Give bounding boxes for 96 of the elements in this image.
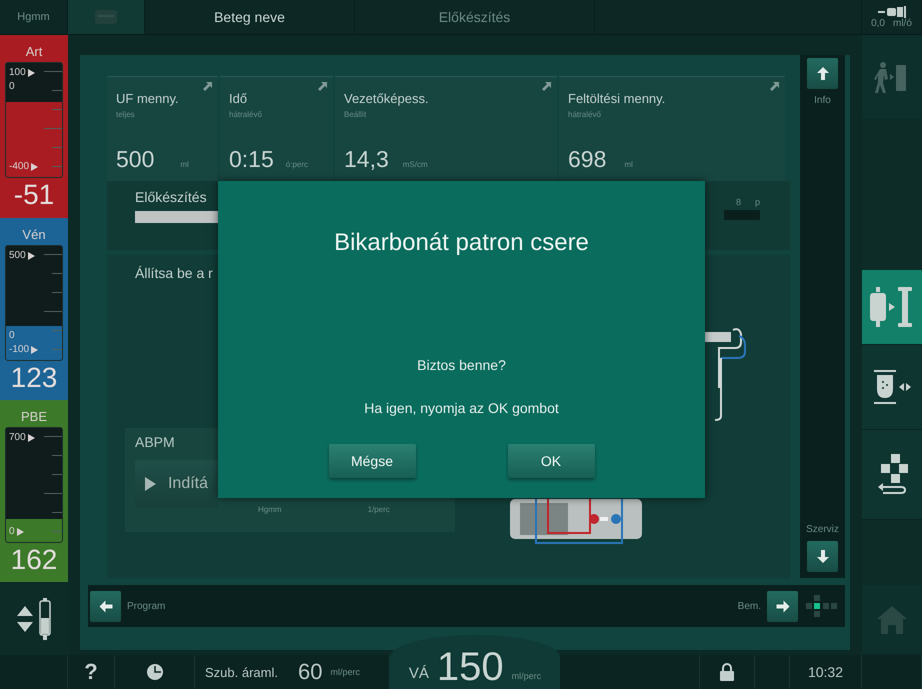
scale-label: 700 (9, 432, 26, 444)
card-title: Vezetőképess. (344, 91, 430, 106)
phase-title: Előkészítés (438, 9, 510, 25)
help-button[interactable]: ? (68, 655, 115, 689)
arrow-right-icon (776, 600, 789, 612)
card-title: Feltöltési menny. (568, 91, 666, 106)
service-label: Szerviz (806, 524, 839, 535)
card-value: 0:15 (229, 146, 274, 173)
arrow-up-icon (816, 67, 828, 80)
parameter-card[interactable]: Vezetőképess. Beállít 14,3 mS/cm (335, 76, 557, 181)
blood-flow-label: VÁ (408, 666, 429, 681)
card-unit: ó:perc (286, 160, 308, 169)
pressure-value: 162 (10, 546, 58, 574)
limit-marker-icon (31, 346, 38, 354)
next-button[interactable] (767, 590, 798, 622)
scale-label: 500 (9, 250, 26, 262)
scale-label: -100 (9, 344, 30, 356)
pressure-label: Art (26, 44, 42, 59)
progress-label: Előkészítés (135, 189, 208, 205)
flow-rate-value: 0,0 (871, 18, 885, 28)
limit-marker-icon (28, 69, 35, 77)
scale-label: 100 (9, 67, 26, 79)
up-down-arrows-icon[interactable] (17, 606, 33, 632)
diagonal-arrow-icon (770, 82, 779, 91)
arrow-down-icon (816, 550, 828, 563)
card-subtitle: hátralévő (568, 110, 602, 119)
limit-marker-icon (28, 252, 35, 260)
pressure-value: 123 (10, 364, 58, 392)
limit-marker-icon (28, 434, 35, 442)
limit-marker-icon (16, 528, 24, 536)
pressure-label: Vén (22, 227, 46, 242)
parameter-card[interactable]: UF menny. teljes 500 ml (107, 76, 218, 181)
unit-label: Hgmm (17, 11, 50, 23)
dialog-hint: Ha igen, nyomja az OK gombot (364, 400, 559, 416)
card-value: 698 (568, 146, 606, 173)
scale-label: 0 (9, 330, 15, 342)
instruction-text: Állítsa be a r (135, 265, 214, 281)
info-button[interactable] (807, 58, 838, 89)
parameter-card[interactable]: Feltöltési menny. hátralévő 698 ml (559, 76, 785, 181)
card-unit: mS/cm (402, 160, 428, 169)
remaining-value: 8 (736, 197, 741, 207)
limit-marker-icon (31, 163, 38, 171)
card-subtitle: hátralévő (229, 110, 263, 119)
card-unit: ml (624, 160, 633, 169)
dialog-title: Bikarbonát patron csere (334, 229, 589, 257)
menu-tile[interactable] (862, 430, 922, 520)
position-indicator-icon (804, 593, 840, 619)
next-label: Bem. (738, 600, 761, 612)
bag-to-filter-icon (870, 285, 914, 329)
back-button[interactable] (90, 590, 121, 622)
play-icon (145, 475, 156, 493)
scale-label: 0 (9, 526, 15, 538)
clock-icon[interactable] (146, 663, 164, 681)
card-subtitle: Beállít (344, 110, 368, 119)
blood-flow-unit: ml/perc (512, 672, 542, 681)
abpm-unit: Hgmm (258, 505, 282, 514)
home-icon (877, 606, 907, 634)
dialog-question: Biztos benne? (417, 357, 506, 373)
clock-time: 10:32 (808, 665, 844, 679)
card-subtitle: teljes (116, 110, 136, 119)
cancel-button[interactable]: Mégse (328, 444, 416, 478)
abpm-title: ABPM (135, 434, 176, 450)
patient-name: Beteg neve (214, 9, 285, 25)
plug-icon (878, 6, 906, 18)
remaining-bar (724, 210, 760, 220)
menu-tile[interactable] (862, 345, 922, 430)
lock-icon[interactable] (720, 663, 734, 681)
blood-flow-value: 150 (436, 647, 504, 687)
flow-rate-unit: ml/ó (893, 18, 912, 28)
diagonal-arrow-icon (542, 82, 551, 91)
card-value: 500 (116, 146, 154, 173)
substitution-unit: ml/perc (330, 668, 360, 676)
substitution-value: 60 (298, 661, 322, 683)
abpm-unit: 1/perc (368, 505, 390, 514)
card-unit: ml (180, 160, 189, 169)
pressure-label: PBE (20, 409, 47, 424)
scale-label: 0 (9, 81, 15, 93)
start-button[interactable]: Indítá (135, 460, 218, 508)
cartridge-icon (872, 370, 912, 404)
diagonal-arrow-icon (203, 82, 212, 91)
parameter-card[interactable]: Idő hátralévő 0:15 ó:perc (220, 76, 333, 181)
ok-button[interactable]: OK (508, 444, 594, 478)
remaining-unit: p (754, 197, 760, 207)
arrow-left-icon (99, 600, 112, 612)
menu-tile[interactable] (862, 270, 922, 345)
card-title: Idő (229, 91, 248, 106)
scale-label: -400 (9, 161, 30, 173)
substitution-label: Szub. áraml. (205, 666, 278, 678)
card-value: 14,3 (344, 146, 389, 173)
diagonal-arrow-icon (318, 82, 327, 91)
info-label: Info (814, 95, 831, 106)
back-label: Program (127, 600, 166, 612)
card-title: UF menny. (116, 91, 180, 106)
service-button[interactable] (807, 541, 838, 572)
pressure-value: -51 (14, 181, 54, 209)
level-bar-icon[interactable] (39, 598, 51, 640)
